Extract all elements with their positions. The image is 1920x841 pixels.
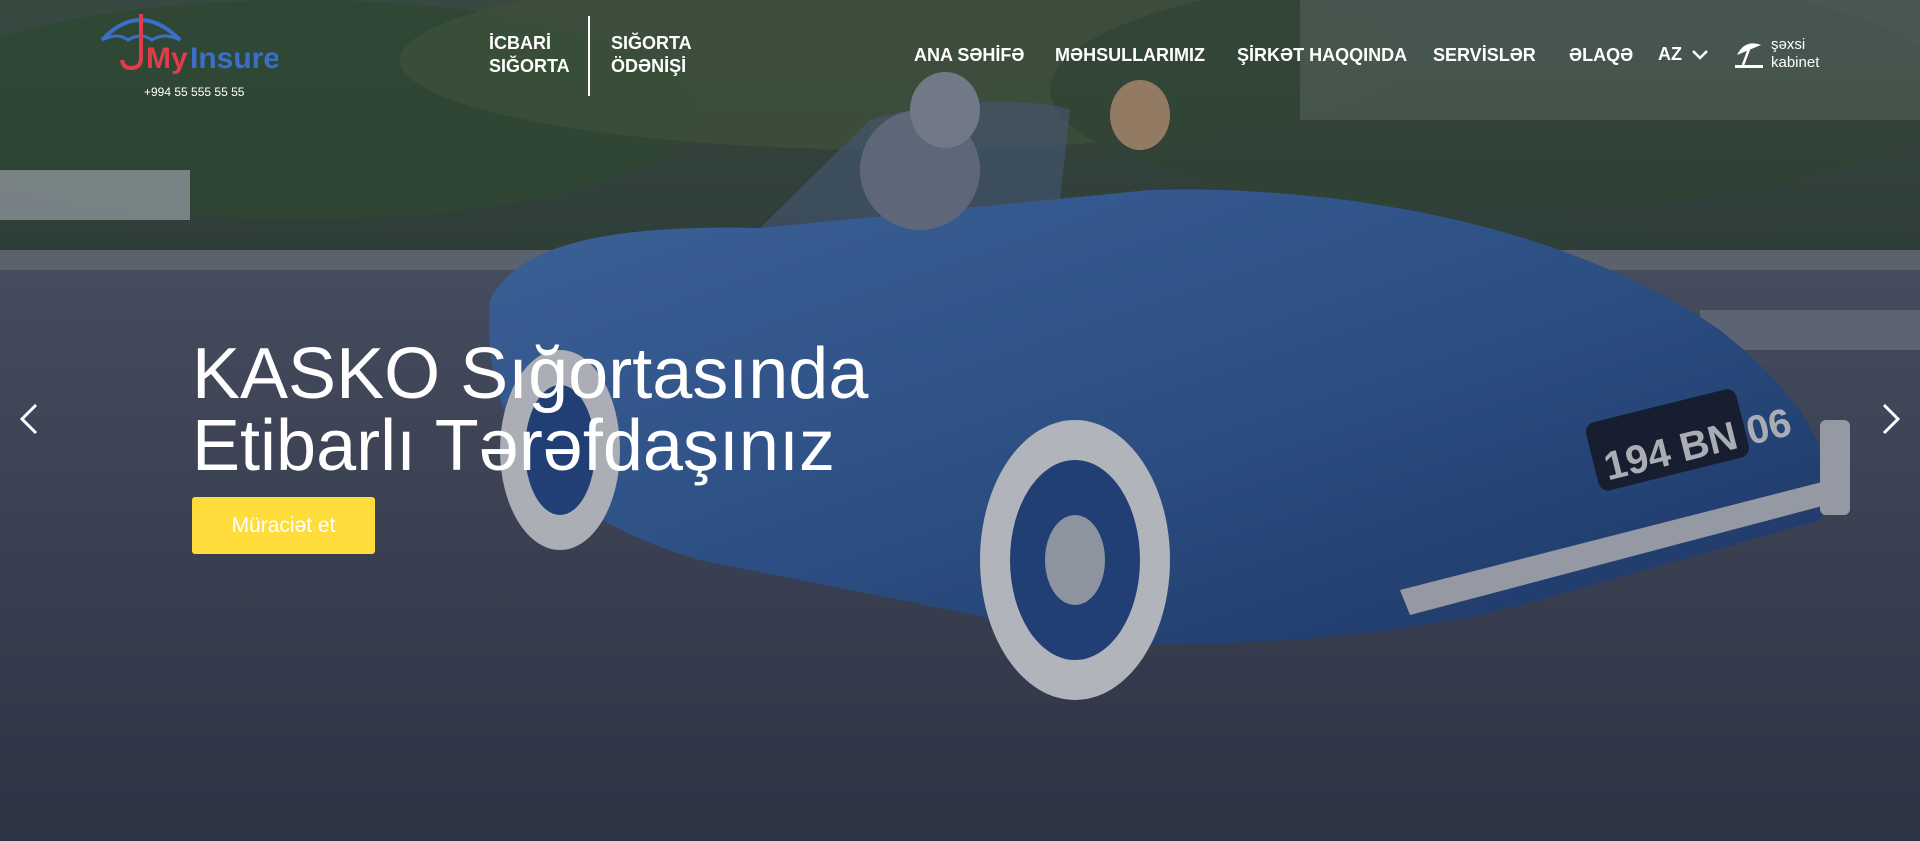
svg-text:My: My [146,42,188,75]
chevron-right-icon[interactable] [1876,399,1906,439]
nav-about[interactable]: ŞİRKƏT HAQQINDA [1237,45,1407,66]
header-divider [588,16,590,96]
nav-home[interactable]: ANA SƏHİFƏ [914,45,1024,66]
umbrella-icon [1735,43,1763,68]
personal-cabinet-link[interactable]: şəxsi kabinet [1733,36,1819,72]
quick-link-compulsory-insurance[interactable]: İCBARİ SIĞORTA [489,32,570,78]
cabinet-label-line1: şəxsi [1771,36,1806,53]
language-selector[interactable]: AZ [1658,44,1708,65]
apply-button[interactable]: Müraciət et [192,497,375,554]
language-label: AZ [1658,44,1682,64]
nav-contact[interactable]: ƏLAQƏ [1569,45,1633,66]
umbrella-logo-icon: My Insure [100,14,278,75]
hero-headline: KASKO Sığortasında Etibarlı Tərəfdaşınız [192,334,869,486]
chevron-down-icon [1692,49,1708,60]
chevron-left-icon[interactable] [14,399,44,439]
nav-services[interactable]: SERVİSLƏR [1433,45,1536,66]
cabinet-label-line2: kabinet [1771,54,1820,71]
nav-products[interactable]: MƏHSULLARIMIZ [1055,45,1205,66]
quick-link-insurance-payment[interactable]: SIĞORTA ÖDƏNİŞİ [611,32,692,78]
hero-banner: 194 BN 06 My Insure +994 55 555 55 55 İC… [0,0,1920,841]
brand-logo[interactable]: My Insure +994 55 555 55 55 [98,6,278,99]
phone-number[interactable]: +994 55 555 55 55 [144,85,244,99]
svg-text:Insure: Insure [190,42,278,75]
